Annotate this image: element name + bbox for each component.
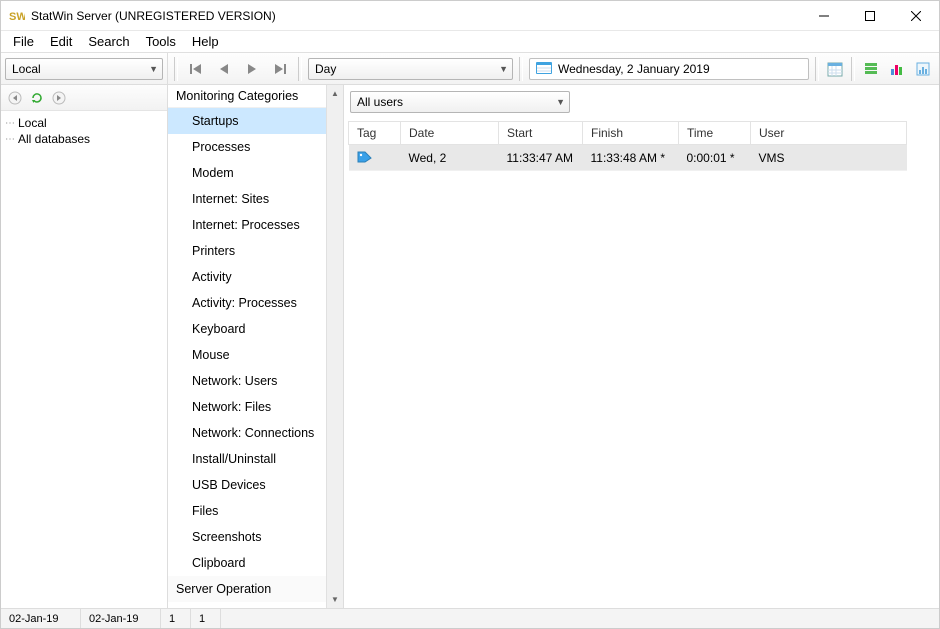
left-nav-toolbar <box>1 85 167 111</box>
category-item[interactable]: Printers <box>168 238 343 264</box>
list-view-button[interactable] <box>859 57 883 81</box>
category-item[interactable]: Keyboard <box>168 316 343 342</box>
database-combo-value: Local <box>12 62 41 76</box>
title-bar: SW StatWin Server (UNREGISTERED VERSION) <box>1 1 939 31</box>
category-item[interactable]: Modem <box>168 160 343 186</box>
category-item[interactable]: Files <box>168 498 343 524</box>
tag-icon <box>357 149 373 166</box>
nav-next-button[interactable] <box>240 57 264 81</box>
cell-tag <box>349 145 401 171</box>
calendar-icon <box>536 60 552 77</box>
category-item[interactable]: Network: Files <box>168 394 343 420</box>
cell-time: 0:00:01 * <box>679 145 751 171</box>
minimize-button[interactable] <box>801 1 847 31</box>
status-bar: 02-Jan-19 02-Jan-19 1 1 <box>1 608 939 628</box>
chevron-down-icon: ▼ <box>499 64 508 74</box>
chart-view-button[interactable] <box>885 57 909 81</box>
database-tree: ⋯ Local ⋯ All databases <box>1 111 167 608</box>
users-filter-combo[interactable]: All users ▼ <box>350 91 570 113</box>
category-item[interactable]: Network: Users <box>168 368 343 394</box>
date-display[interactable]: Wednesday, 2 January 2019 <box>529 58 809 80</box>
category-item[interactable]: Activity: Processes <box>168 290 343 316</box>
categories-list: StartupsProcessesModemInternet: SitesInt… <box>168 108 343 608</box>
toolbar: Local ▼ Day ▼ <box>1 53 939 85</box>
categories-scrollbar[interactable]: ▲ ▼ <box>326 85 343 608</box>
cell-start: 11:33:47 AM <box>499 145 583 171</box>
category-item[interactable]: Activity <box>168 264 343 290</box>
calendar-button[interactable] <box>823 57 847 81</box>
cell-finish: 11:33:48 AM * <box>583 145 679 171</box>
cell-date: Wed, 2 <box>401 145 499 171</box>
status-count-1: 1 <box>161 609 191 628</box>
tree-item-label: Local <box>18 116 47 130</box>
categories-panel: Monitoring Categories StartupsProcessesM… <box>168 85 344 608</box>
chevron-down-icon: ▼ <box>149 64 158 74</box>
category-item[interactable]: Clipboard <box>168 550 343 576</box>
status-date-to: 02-Jan-19 <box>81 609 161 628</box>
category-item[interactable]: Screenshots <box>168 524 343 550</box>
tree-branch-icon: ⋯ <box>5 118 13 129</box>
category-item[interactable]: Mouse <box>168 342 343 368</box>
nav-last-button[interactable] <box>268 57 292 81</box>
back-button[interactable] <box>5 88 25 108</box>
col-header-date[interactable]: Date <box>401 122 499 145</box>
maximize-button[interactable] <box>847 1 893 31</box>
close-button[interactable] <box>893 1 939 31</box>
categories-header: Monitoring Categories <box>168 85 343 108</box>
data-table: Tag Date Start Finish Time User Wed, 211… <box>348 121 907 171</box>
app-icon: SW <box>9 8 25 24</box>
main-panel: All users ▼ Tag Date Start Finish <box>344 85 939 608</box>
category-item[interactable]: Install/Uninstall <box>168 446 343 472</box>
nav-first-button[interactable] <box>184 57 208 81</box>
menu-help[interactable]: Help <box>184 32 227 51</box>
menu-edit[interactable]: Edit <box>42 32 80 51</box>
status-date-from: 02-Jan-19 <box>1 609 81 628</box>
scroll-down-button[interactable]: ▼ <box>327 591 343 608</box>
category-section[interactable]: Server Operation <box>168 576 343 602</box>
chevron-down-icon: ▼ <box>556 97 565 107</box>
window-title: StatWin Server (UNREGISTERED VERSION) <box>31 9 276 23</box>
col-header-finish[interactable]: Finish <box>583 122 679 145</box>
tree-item-all-databases[interactable]: ⋯ All databases <box>3 131 165 147</box>
col-header-start[interactable]: Start <box>499 122 583 145</box>
category-item[interactable]: Network: Connections <box>168 420 343 446</box>
refresh-button[interactable] <box>27 88 47 108</box>
tree-item-local[interactable]: ⋯ Local <box>3 115 165 131</box>
nav-prev-button[interactable] <box>212 57 236 81</box>
category-item[interactable]: Internet: Processes <box>168 212 343 238</box>
status-count-2: 1 <box>191 609 221 628</box>
period-combo[interactable]: Day ▼ <box>308 58 513 80</box>
category-item[interactable]: Startups <box>168 108 343 134</box>
menu-search[interactable]: Search <box>80 32 137 51</box>
tree-branch-icon: ⋯ <box>5 134 13 145</box>
col-header-time[interactable]: Time <box>679 122 751 145</box>
left-panel: ⋯ Local ⋯ All databases <box>1 85 168 608</box>
menu-tools[interactable]: Tools <box>138 32 184 51</box>
database-combo[interactable]: Local ▼ <box>5 58 163 80</box>
menu-file[interactable]: File <box>5 32 42 51</box>
table-row[interactable]: Wed, 211:33:47 AM11:33:48 AM *0:00:01 *V… <box>349 145 907 171</box>
period-combo-value: Day <box>315 62 336 76</box>
category-item[interactable]: Processes <box>168 134 343 160</box>
users-filter-value: All users <box>357 95 403 109</box>
forward-button[interactable] <box>49 88 69 108</box>
menu-bar: File Edit Search Tools Help <box>1 31 939 53</box>
col-header-tag[interactable]: Tag <box>349 122 401 145</box>
svg-text:SW: SW <box>9 11 25 23</box>
date-text: Wednesday, 2 January 2019 <box>558 62 710 76</box>
summary-view-button[interactable] <box>911 57 935 81</box>
tree-item-label: All databases <box>18 132 90 146</box>
col-header-user[interactable]: User <box>751 122 907 145</box>
scroll-up-button[interactable]: ▲ <box>327 85 343 102</box>
category-item[interactable]: Internet: Sites <box>168 186 343 212</box>
category-item[interactable]: USB Devices <box>168 472 343 498</box>
cell-user: VMS <box>751 145 907 171</box>
